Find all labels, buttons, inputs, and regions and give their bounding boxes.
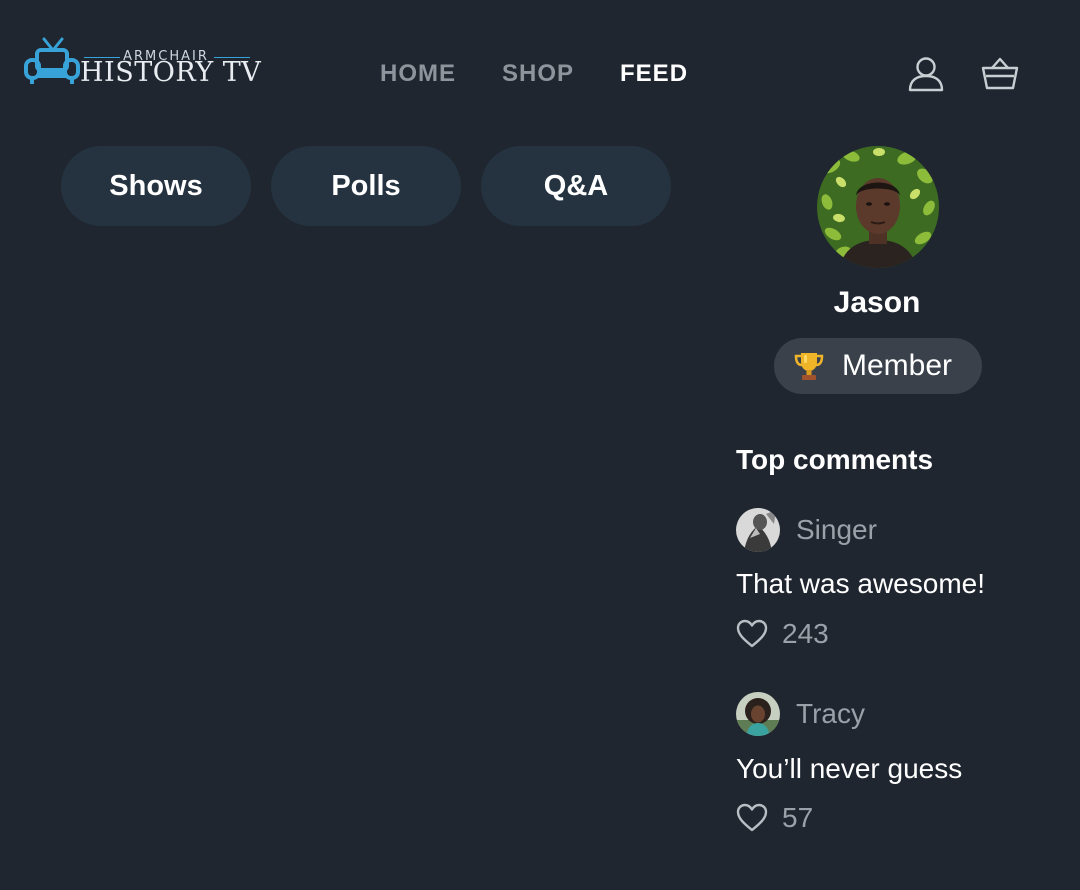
profile-photo xyxy=(817,146,939,268)
member-badge: Member xyxy=(774,338,982,394)
heart-icon[interactable] xyxy=(736,619,768,649)
filter-shows[interactable]: Shows xyxy=(61,146,251,226)
top-comments-title: Top comments xyxy=(736,444,934,475)
trophy-icon xyxy=(794,353,824,380)
basket-icon[interactable] xyxy=(980,54,1020,94)
profile-name: Jason xyxy=(833,286,921,319)
heart-icon[interactable] xyxy=(736,803,768,833)
filter-qa[interactable]: Q&A xyxy=(481,146,671,226)
avatar[interactable] xyxy=(736,692,780,736)
nav-feed[interactable]: FEED xyxy=(620,56,688,92)
nav-home[interactable]: HOME xyxy=(380,56,456,92)
like-count: 57 xyxy=(782,802,814,833)
comment-author-row[interactable]: Singer xyxy=(736,508,877,552)
comment-username[interactable]: Tracy xyxy=(796,696,865,732)
profile-avatar[interactable] xyxy=(817,146,939,268)
logo-title: HISTORY TV xyxy=(80,57,262,88)
badge-label: Member xyxy=(842,349,953,382)
comment-likes: 243 xyxy=(736,616,829,652)
like-count: 243 xyxy=(782,618,829,649)
site-logo[interactable]: ARMCHAIR HISTORY TV xyxy=(24,36,261,92)
armchair-tv-icon xyxy=(24,37,80,84)
site-header: ARMCHAIR HISTORY TV HOME SHOP FEED xyxy=(0,0,1080,130)
filter-polls[interactable]: Polls xyxy=(271,146,461,226)
main-nav: HOME SHOP FEED xyxy=(380,56,688,92)
user-icon[interactable] xyxy=(906,54,946,94)
comment-text: You’ll never guess xyxy=(736,753,963,784)
comment-likes: 57 xyxy=(736,800,813,836)
avatar[interactable] xyxy=(736,508,780,552)
comment-username[interactable]: Singer xyxy=(796,512,877,548)
singer-avatar-photo xyxy=(736,508,780,552)
tracy-avatar-photo xyxy=(736,692,780,736)
comment-author-row[interactable]: Tracy xyxy=(736,692,865,736)
comment-text: That was awesome! xyxy=(736,568,985,599)
nav-shop[interactable]: SHOP xyxy=(502,56,574,92)
